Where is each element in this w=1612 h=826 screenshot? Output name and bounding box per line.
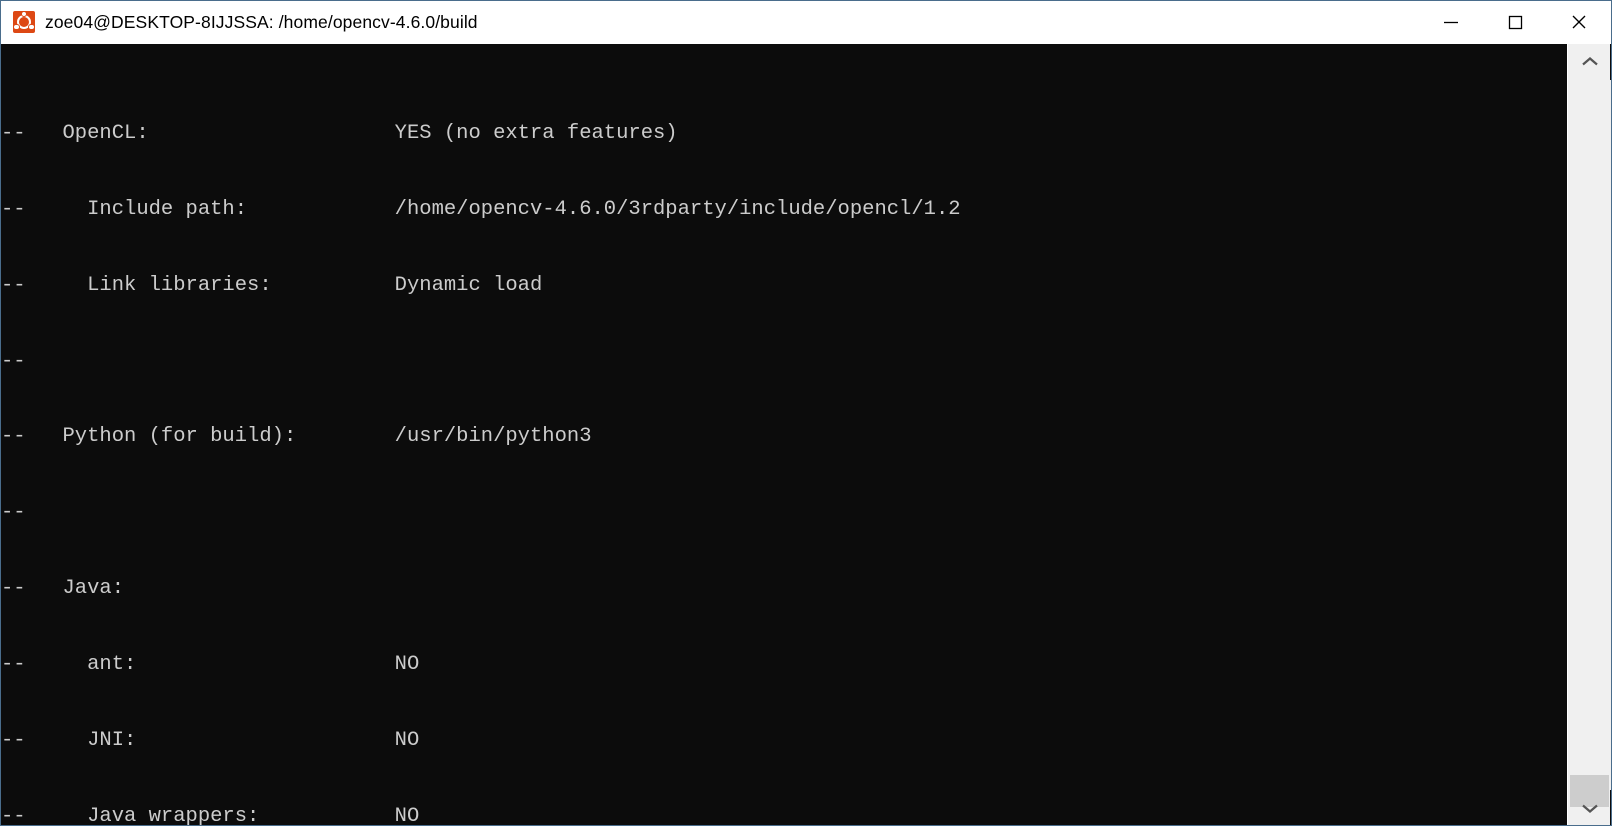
chevron-down-icon[interactable] (1568, 790, 1611, 825)
scrollbar-track[interactable] (1568, 80, 1611, 790)
terminal-screen: -- OpenCL: YES (no extra features) -- In… (1, 45, 961, 826)
maximize-button[interactable] (1483, 1, 1547, 44)
terminal-line: -- (1, 501, 26, 525)
terminal-line: -- Java wrappers: NO (1, 804, 420, 826)
terminal-line: -- Java: (1, 577, 125, 601)
terminal-line: -- OpenCL: YES (no extra features) (1, 121, 678, 145)
terminal-output-area[interactable]: -- OpenCL: YES (no extra features) -- In… (1, 44, 1568, 826)
vertical-scrollbar[interactable] (1567, 44, 1611, 825)
ubuntu-icon (13, 10, 35, 33)
terminal-line: -- ant: NO (1, 653, 420, 677)
window-title: zoe04@DESKTOP-8IJJSSA: /home/opencv-4.6.… (45, 11, 478, 32)
title-bar: zoe04@DESKTOP-8IJJSSA: /home/opencv-4.6.… (1, 1, 1611, 44)
terminal-window: zoe04@DESKTOP-8IJJSSA: /home/opencv-4.6.… (0, 0, 1612, 826)
window-controls (1419, 1, 1611, 44)
terminal-line: -- Include path: /home/opencv-4.6.0/3rdp… (1, 197, 961, 221)
minimize-button[interactable] (1419, 1, 1483, 44)
terminal-line: -- Link libraries: Dynamic load (1, 273, 543, 297)
terminal-line: -- (1, 349, 26, 373)
chevron-up-icon[interactable] (1568, 44, 1611, 80)
terminal-line: -- Python (for build): /usr/bin/python3 (1, 425, 592, 449)
terminal-line: -- JNI: NO (1, 729, 420, 753)
close-button[interactable] (1547, 1, 1611, 44)
